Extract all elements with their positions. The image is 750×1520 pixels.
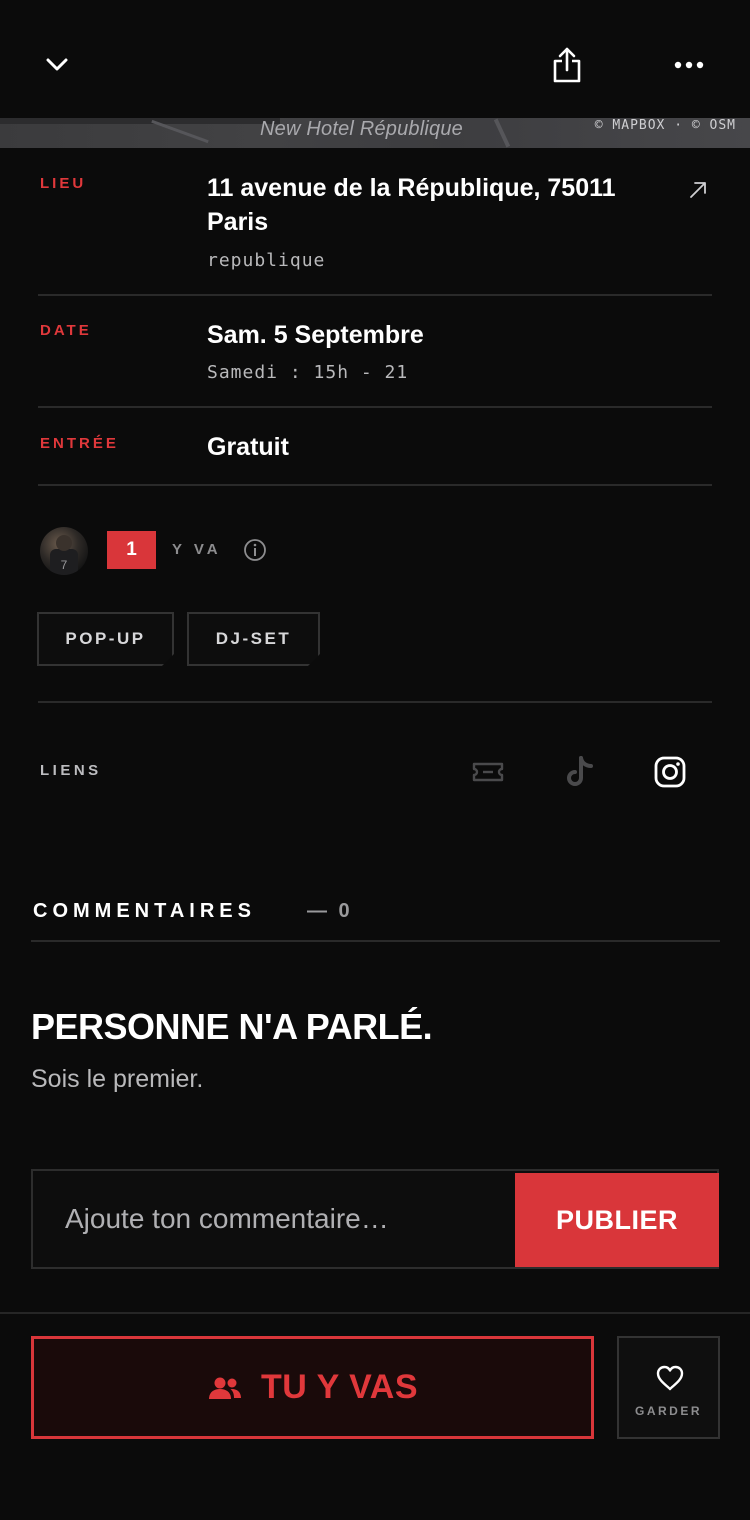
- divider: [38, 484, 712, 486]
- location-address[interactable]: 11 avenue de la République, 75011 Paris: [207, 171, 627, 239]
- map-attribution[interactable]: © MAPBOX · © OSM: [595, 118, 736, 133]
- save-label: GARDER: [634, 1404, 702, 1418]
- avatar-image: 7: [50, 535, 78, 575]
- date-value: Sam. 5 Septembre: [207, 321, 424, 349]
- heart-icon: [656, 1365, 684, 1391]
- comments-count: — 0: [307, 900, 353, 922]
- entry-value: Gratuit: [207, 433, 289, 461]
- map-preview[interactable]: New Hotel République © MAPBOX · © OSM: [0, 118, 750, 148]
- tag-pop-up[interactable]: POP-UP: [37, 612, 174, 666]
- bottom-bar-divider: [0, 1312, 750, 1314]
- open-map-button[interactable]: [684, 176, 712, 204]
- attendance-info-button[interactable]: [242, 537, 268, 563]
- empty-comments-title: PERSONNE N'A PARLÉ.: [31, 1006, 433, 1047]
- divider: [31, 940, 720, 942]
- svg-text:7: 7: [61, 558, 68, 572]
- divider: [38, 406, 712, 408]
- arrow-up-right-icon: [690, 182, 706, 198]
- chevron-down-icon: [46, 58, 68, 71]
- empty-comments-subtitle: Sois le premier.: [31, 1065, 204, 1093]
- going-button[interactable]: TU Y VAS: [31, 1336, 594, 1439]
- publish-button[interactable]: PUBLIER: [515, 1173, 719, 1267]
- collapse-button[interactable]: [32, 40, 82, 90]
- comments-title: COMMENTAIRES: [33, 900, 256, 922]
- save-button[interactable]: GARDER: [617, 1336, 720, 1439]
- map-road: [493, 118, 511, 148]
- avatar[interactable]: 7: [40, 527, 88, 575]
- divider: [38, 701, 712, 703]
- more-icon: [674, 61, 704, 69]
- comment-form: PUBLIER: [31, 1169, 719, 1269]
- instagram-icon: [654, 756, 686, 788]
- attendee-count-badge: 1: [107, 531, 156, 569]
- date-label: DATE: [40, 322, 92, 339]
- ticket-icon: [472, 762, 504, 782]
- location-label: LIEU: [40, 175, 87, 192]
- links-label: LIENS: [40, 762, 102, 779]
- comment-input[interactable]: [33, 1171, 513, 1267]
- attendee-label: Y VA: [172, 541, 222, 558]
- instagram-link[interactable]: [648, 750, 692, 794]
- divider: [38, 294, 712, 296]
- share-button[interactable]: [542, 40, 592, 90]
- people-icon: [208, 1377, 241, 1399]
- tag-dj-set[interactable]: DJ-SET: [187, 612, 320, 666]
- location-area: republique: [207, 250, 326, 271]
- date-detail: Samedi : 15h - 21: [207, 362, 409, 383]
- share-icon: [553, 47, 581, 83]
- going-label: TU Y VAS: [260, 1368, 419, 1406]
- top-bar: [0, 0, 750, 118]
- more-options-button[interactable]: [664, 40, 714, 90]
- tiktok-icon: [567, 756, 593, 786]
- entry-label: ENTRÉE: [40, 435, 119, 452]
- map-road: [0, 118, 280, 124]
- tiktok-link[interactable]: [558, 750, 602, 794]
- map-place-label: New Hotel République: [260, 118, 464, 140]
- ticket-link[interactable]: [466, 750, 510, 794]
- info-icon: [244, 539, 266, 561]
